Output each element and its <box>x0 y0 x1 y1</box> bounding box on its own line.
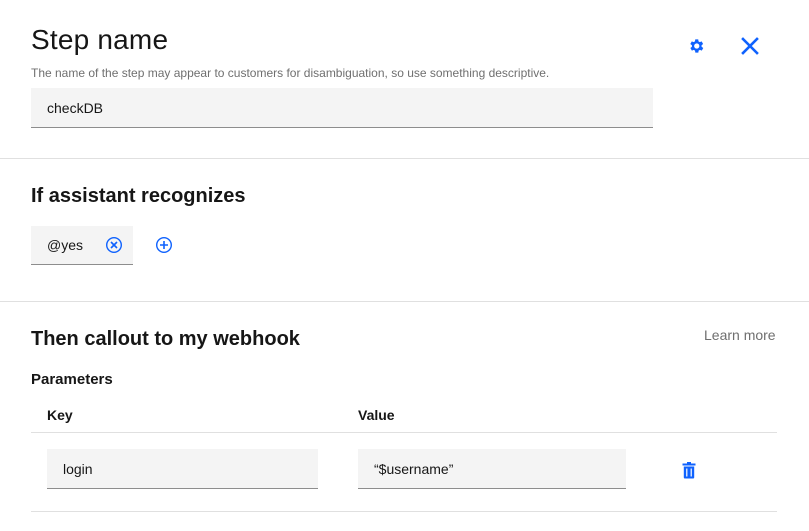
add-condition-button[interactable] <box>154 235 174 255</box>
column-header-value: Value <box>358 407 395 423</box>
param-key-input[interactable]: login <box>47 449 318 489</box>
condition-chip[interactable]: @yes <box>31 226 133 265</box>
table-row-divider <box>31 511 777 512</box>
param-key-value: login <box>63 460 93 477</box>
column-header-key: Key <box>47 407 73 423</box>
param-value-input[interactable]: “$username” <box>358 449 626 489</box>
gear-icon <box>690 39 704 53</box>
param-value-value: “$username” <box>374 460 454 477</box>
condition-chip-label: @yes <box>47 237 83 253</box>
close-icon <box>741 37 759 55</box>
section-divider <box>0 158 809 159</box>
step-name-input[interactable]: checkDB <box>31 88 653 128</box>
section-divider <box>0 301 809 302</box>
settings-button[interactable] <box>684 34 708 58</box>
parameters-heading: Parameters <box>31 371 113 388</box>
page-title: Step name <box>31 24 169 55</box>
trash-icon <box>682 461 696 478</box>
close-outline-icon[interactable] <box>105 236 123 254</box>
step-name-value: checkDB <box>47 99 104 116</box>
add-circle-icon <box>155 236 173 254</box>
learn-more-link[interactable]: Learn more <box>704 327 776 343</box>
close-button[interactable] <box>738 34 762 58</box>
condition-heading: If assistant recognizes <box>31 185 246 207</box>
table-header-divider <box>31 432 777 433</box>
step-name-hint: The name of the step may appear to custo… <box>31 66 550 80</box>
delete-parameter-button[interactable] <box>679 459 699 481</box>
webhook-heading: Then callout to my webhook <box>31 328 300 350</box>
